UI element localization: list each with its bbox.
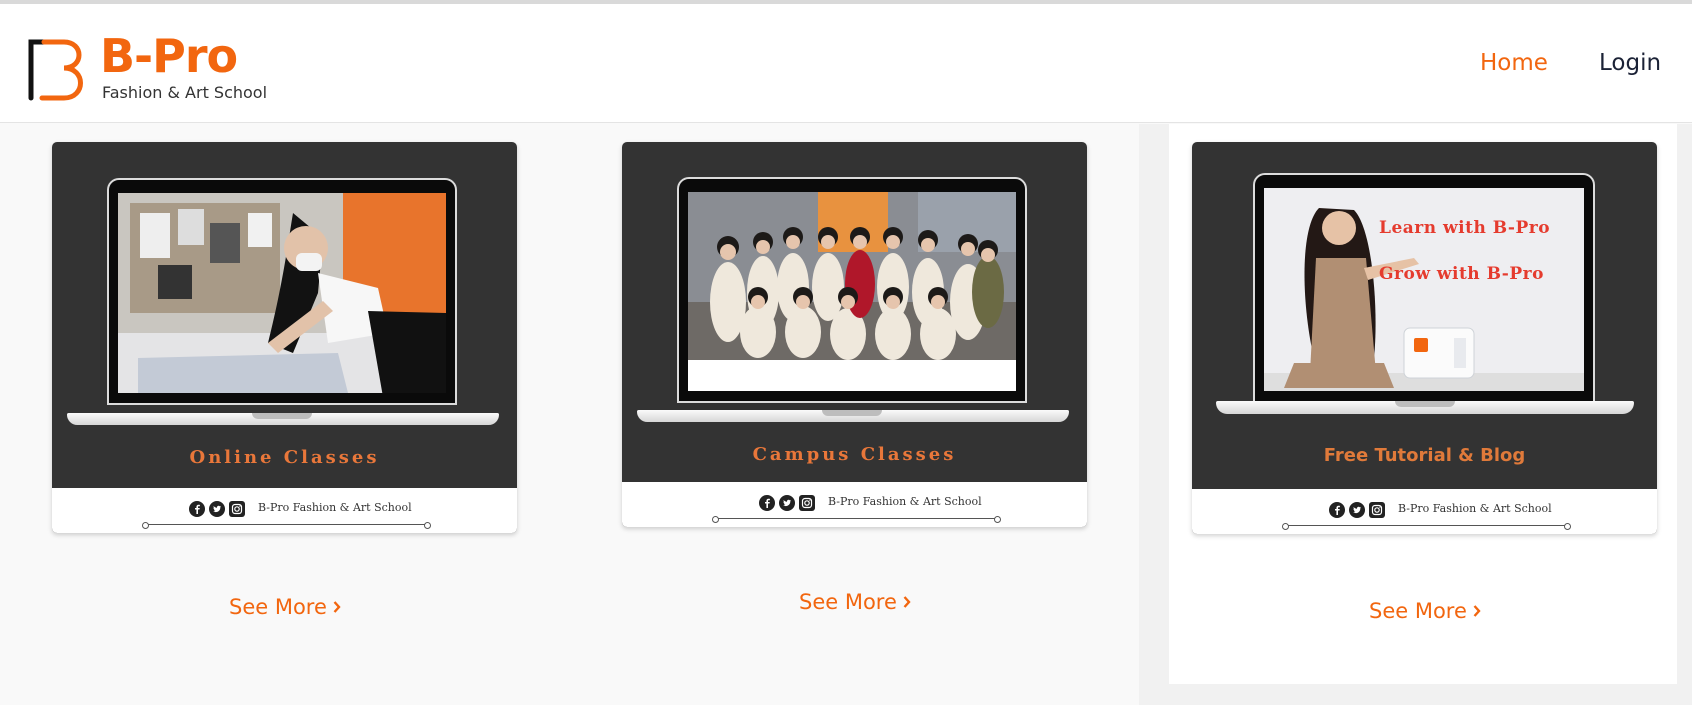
laptop-frame xyxy=(677,177,1027,403)
card-footer: B-Pro Fashion & Art School xyxy=(52,488,517,533)
facebook-icon xyxy=(1329,502,1345,518)
chevron-right-icon xyxy=(333,601,341,613)
footer-divider xyxy=(1282,523,1571,530)
chevron-right-icon xyxy=(1473,605,1481,617)
footer-school-name: B-Pro Fashion & Art School xyxy=(258,501,412,514)
see-more-campus-link[interactable]: See More xyxy=(799,590,911,614)
footer-school-name: B-Pro Fashion & Art School xyxy=(1398,502,1552,515)
laptop-frame xyxy=(107,178,457,405)
brand-name: B-Pro xyxy=(100,29,238,83)
nav-home[interactable]: Home xyxy=(1480,50,1548,76)
footer-divider xyxy=(712,516,1001,523)
campus-classes-image xyxy=(688,192,1016,391)
see-more-label: See More xyxy=(799,590,897,614)
card-footer: B-Pro Fashion & Art School xyxy=(622,482,1087,527)
footer-divider xyxy=(142,522,431,529)
campus-classes-card[interactable]: Campus Classes B-Pro Fashion & Art Schoo… xyxy=(622,142,1087,527)
online-classes-image xyxy=(118,193,446,393)
see-more-online-link[interactable]: See More xyxy=(229,595,341,619)
see-more-label: See More xyxy=(229,595,327,619)
screen-text-learn: Learn with B-Pro xyxy=(1379,218,1551,238)
laptop-frame: Learn with B-Pro Grow with B-Pro xyxy=(1253,173,1595,403)
instagram-icon xyxy=(229,501,245,517)
laptop-notch xyxy=(822,410,882,416)
twitter-icon xyxy=(209,501,225,517)
card-title: Campus Classes xyxy=(752,444,957,465)
woman-cutting-pattern-illustration xyxy=(118,193,446,393)
brand-logo[interactable]: B-Pro Fashion & Art School xyxy=(24,29,267,108)
instagram-icon xyxy=(1369,502,1385,518)
social-icons xyxy=(189,501,245,517)
social-icons xyxy=(759,495,815,511)
site-header: B-Pro Fashion & Art School Home Login xyxy=(0,4,1692,123)
free-tutorial-image: Learn with B-Pro Grow with B-Pro xyxy=(1264,188,1584,391)
instagram-icon xyxy=(799,495,815,511)
twitter-icon xyxy=(779,495,795,511)
footer-school-name: B-Pro Fashion & Art School xyxy=(828,495,982,508)
nav-login[interactable]: Login xyxy=(1599,50,1661,76)
card-footer: B-Pro Fashion & Art School xyxy=(1192,489,1657,534)
online-classes-card[interactable]: Online Classes B-Pro Fashion & Art Schoo… xyxy=(52,142,517,533)
twitter-icon xyxy=(1349,502,1365,518)
student-group-illustration xyxy=(688,192,1016,360)
laptop-notch xyxy=(252,413,312,419)
social-icons xyxy=(1329,502,1385,518)
screen-text-grow: Grow with B-Pro xyxy=(1379,264,1544,284)
see-more-label: See More xyxy=(1369,599,1467,623)
b-logo-mark-icon xyxy=(28,39,83,101)
chevron-right-icon xyxy=(903,596,911,608)
facebook-icon xyxy=(759,495,775,511)
laptop-notch xyxy=(1395,401,1455,407)
card-title: Online Classes xyxy=(189,447,380,468)
facebook-icon xyxy=(189,501,205,517)
free-tutorial-card[interactable]: Learn with B-Pro Grow with B-Pro Free Tu… xyxy=(1192,142,1657,534)
see-more-tutorial-link[interactable]: See More xyxy=(1369,599,1481,623)
card-title: Free Tutorial & Blog xyxy=(1323,445,1526,466)
brand-tagline: Fashion & Art School xyxy=(102,83,268,102)
